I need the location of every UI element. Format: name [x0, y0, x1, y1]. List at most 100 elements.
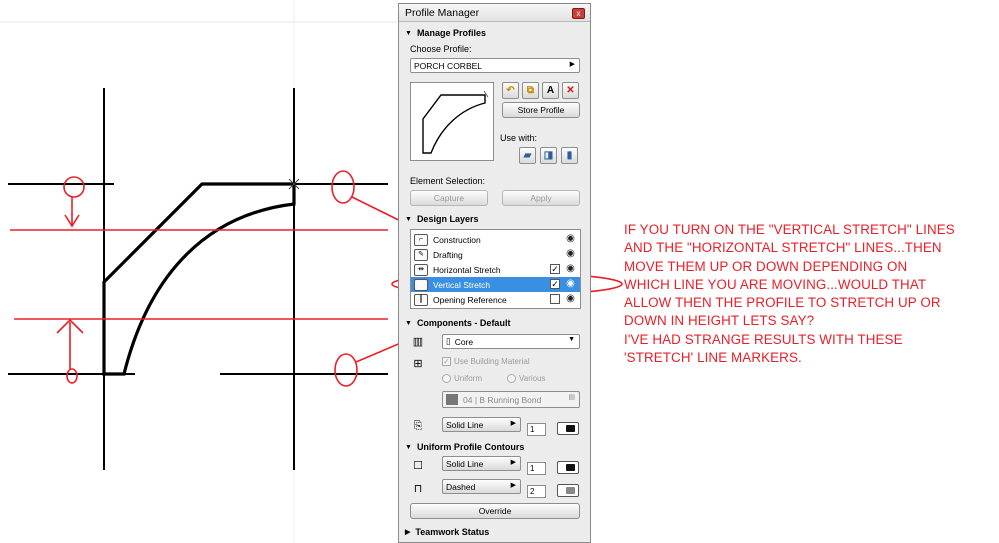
- pen-color-swatch[interactable]: [557, 422, 579, 435]
- collapse-triangle-icon: ▼: [405, 215, 412, 223]
- collapse-triangle-icon: ▼: [405, 29, 412, 37]
- profile-select-value: PORCH CORBEL: [414, 60, 483, 71]
- section-uniform-contours[interactable]: ▼ Uniform Profile Contours: [405, 442, 524, 452]
- layer-opening-reference[interactable]: ┃ Opening Reference ◉: [411, 292, 580, 307]
- panel-titlebar[interactable]: Profile Manager x: [399, 4, 590, 22]
- various-radio[interactable]: Various: [507, 374, 546, 383]
- layer-checkbox[interactable]: ✓: [550, 264, 560, 274]
- contour-pen-number[interactable]: 1: [527, 462, 546, 475]
- eye-icon[interactable]: ◉: [564, 233, 577, 244]
- choose-profile-label: Choose Profile:: [410, 44, 472, 54]
- radio-label: Various: [519, 374, 546, 383]
- vertical-stretch-icon: ⇕: [414, 278, 428, 291]
- checkbox-box: ✓: [442, 357, 451, 366]
- section-title: Uniform Profile Contours: [416, 442, 525, 452]
- line-type-value: Solid Line: [446, 458, 484, 469]
- layer-label: Construction: [433, 234, 481, 245]
- component-line-type-select[interactable]: Solid Line ▶: [442, 417, 521, 432]
- radio-label: Uniform: [454, 374, 483, 383]
- delete-profile-icon[interactable]: ✕: [562, 82, 579, 99]
- construction-layer-icon: ⌐: [414, 233, 428, 246]
- separator-line-icon: ⊓: [413, 482, 423, 495]
- material-select[interactable]: 04 | B Running Bond ▤: [442, 391, 580, 408]
- note-line: 'STRETCH' LINE MARKERS.: [624, 350, 802, 366]
- eye-icon[interactable]: ◉: [564, 293, 577, 304]
- layer-horizontal-stretch[interactable]: ⇹ Horizontal Stretch ✓ ◉: [411, 262, 580, 277]
- core-icon: ▯: [446, 336, 451, 346]
- collapse-triangle-icon: ▼: [405, 319, 412, 327]
- chevron-right-icon: ▶: [510, 482, 516, 489]
- layer-construction[interactable]: ⌐ Construction ◉: [411, 232, 580, 247]
- new-profile-icon[interactable]: ↶: [502, 82, 519, 99]
- chevron-right-icon: ▶: [510, 420, 516, 427]
- separator-line-type-select[interactable]: Dashed ▶: [442, 479, 521, 494]
- use-building-material-checkbox[interactable]: ✓ Use Building Material: [442, 357, 530, 366]
- contour-line-type-select[interactable]: Solid Line ▶: [442, 456, 521, 471]
- layer-checkbox[interactable]: [550, 294, 560, 304]
- note-line: WHICH LINE YOU ARE MOVING...WOULD THAT: [624, 276, 927, 292]
- material-swatch: [446, 394, 458, 405]
- line-pen-icon: ⎘: [413, 419, 423, 432]
- fill-icon: ⊞: [413, 357, 423, 370]
- section-components[interactable]: ▼ Components - Default: [405, 318, 510, 328]
- layer-label: Horizontal Stretch: [433, 264, 501, 275]
- component-icon: ▥: [412, 335, 424, 348]
- layer-drafting[interactable]: ✎ Drafting ◉: [411, 247, 580, 262]
- design-layers-list: ⌐ Construction ◉ ✎ Drafting ◉ ⇹ Horizont…: [410, 229, 581, 309]
- pen-color-swatch[interactable]: [557, 484, 579, 497]
- layer-checkbox[interactable]: ✓: [550, 279, 560, 289]
- profile-manager-panel: Profile Manager x ▼ Manage Profiles Choo…: [398, 3, 591, 543]
- line-type-value: Dashed: [446, 481, 476, 492]
- layer-vertical-stretch[interactable]: ⇕ Vertical Stretch ✓ ◉: [411, 277, 580, 292]
- eye-icon[interactable]: ◉: [564, 278, 577, 289]
- checkbox-label: Use Building Material: [454, 357, 530, 366]
- section-title: Teamwork Status: [415, 527, 490, 537]
- layer-label: Drafting: [433, 249, 463, 260]
- column-tool-icon[interactable]: ▮: [561, 147, 578, 164]
- apply-button[interactable]: Apply: [502, 190, 580, 206]
- duplicate-profile-icon[interactable]: ⧉: [522, 82, 539, 99]
- separator-pen-number[interactable]: 2: [527, 485, 546, 498]
- eye-icon[interactable]: ◉: [564, 248, 577, 259]
- radio-dot: [507, 374, 516, 383]
- note-line: AND THE "HORIZONTAL STRETCH" LINES...THE…: [624, 240, 942, 256]
- store-profile-button[interactable]: Store Profile: [502, 102, 580, 118]
- profile-select[interactable]: PORCH CORBEL ▶: [410, 58, 580, 73]
- section-title: Components - Default: [416, 318, 511, 328]
- opening-reference-icon: ┃: [414, 293, 428, 306]
- contour-line-icon: ☐: [413, 459, 423, 472]
- section-manage-profiles[interactable]: ▼ Manage Profiles: [405, 28, 486, 38]
- note-line: DOWN IN HEIGHT LETS SAY?: [624, 313, 815, 329]
- use-with-label: Use with:: [500, 133, 538, 143]
- section-teamwork-status[interactable]: ▶ Teamwork Status: [405, 527, 489, 537]
- annotation-note: IF YOU TURN ON THE "VERTICAL STRETCH" LI…: [624, 221, 994, 367]
- pen-color-swatch[interactable]: [557, 461, 579, 474]
- component-select[interactable]: ▯ Core ▼: [442, 334, 580, 349]
- material-value: 04 | B Running Bond: [463, 394, 542, 405]
- layer-label: Vertical Stretch: [433, 279, 491, 290]
- chevron-down-icon: ▼: [568, 336, 575, 343]
- chevron-right-icon: ▶: [510, 459, 516, 466]
- radio-dot: [442, 374, 451, 383]
- chevron-right-icon: ▶: [569, 61, 575, 68]
- wall-tool-icon[interactable]: ▰: [519, 147, 536, 164]
- expand-triangle-icon: ▶: [405, 529, 411, 536]
- drafting-layer-icon: ✎: [414, 248, 428, 261]
- close-icon[interactable]: x: [572, 8, 585, 19]
- note-line: IF YOU TURN ON THE "VERTICAL STRETCH" LI…: [624, 222, 955, 237]
- eye-icon[interactable]: ◉: [564, 263, 577, 274]
- horizontal-stretch-icon: ⇹: [414, 263, 428, 276]
- line-type-value: Solid Line: [446, 419, 484, 430]
- capture-button[interactable]: Capture: [410, 190, 488, 206]
- beam-tool-icon[interactable]: ◨: [540, 147, 557, 164]
- note-line: MOVE THEM UP OR DOWN DEPENDING ON: [624, 258, 908, 274]
- rename-profile-icon[interactable]: A: [542, 82, 559, 99]
- section-title: Design Layers: [416, 214, 479, 224]
- override-button[interactable]: Override: [410, 503, 580, 519]
- section-design-layers[interactable]: ▼ Design Layers: [405, 214, 478, 224]
- profile-preview: [410, 82, 494, 161]
- document-icon: ▤: [568, 394, 575, 401]
- uniform-radio[interactable]: Uniform: [442, 374, 482, 383]
- panel-title: Profile Manager: [405, 6, 480, 19]
- component-pen-number[interactable]: 1: [527, 423, 546, 436]
